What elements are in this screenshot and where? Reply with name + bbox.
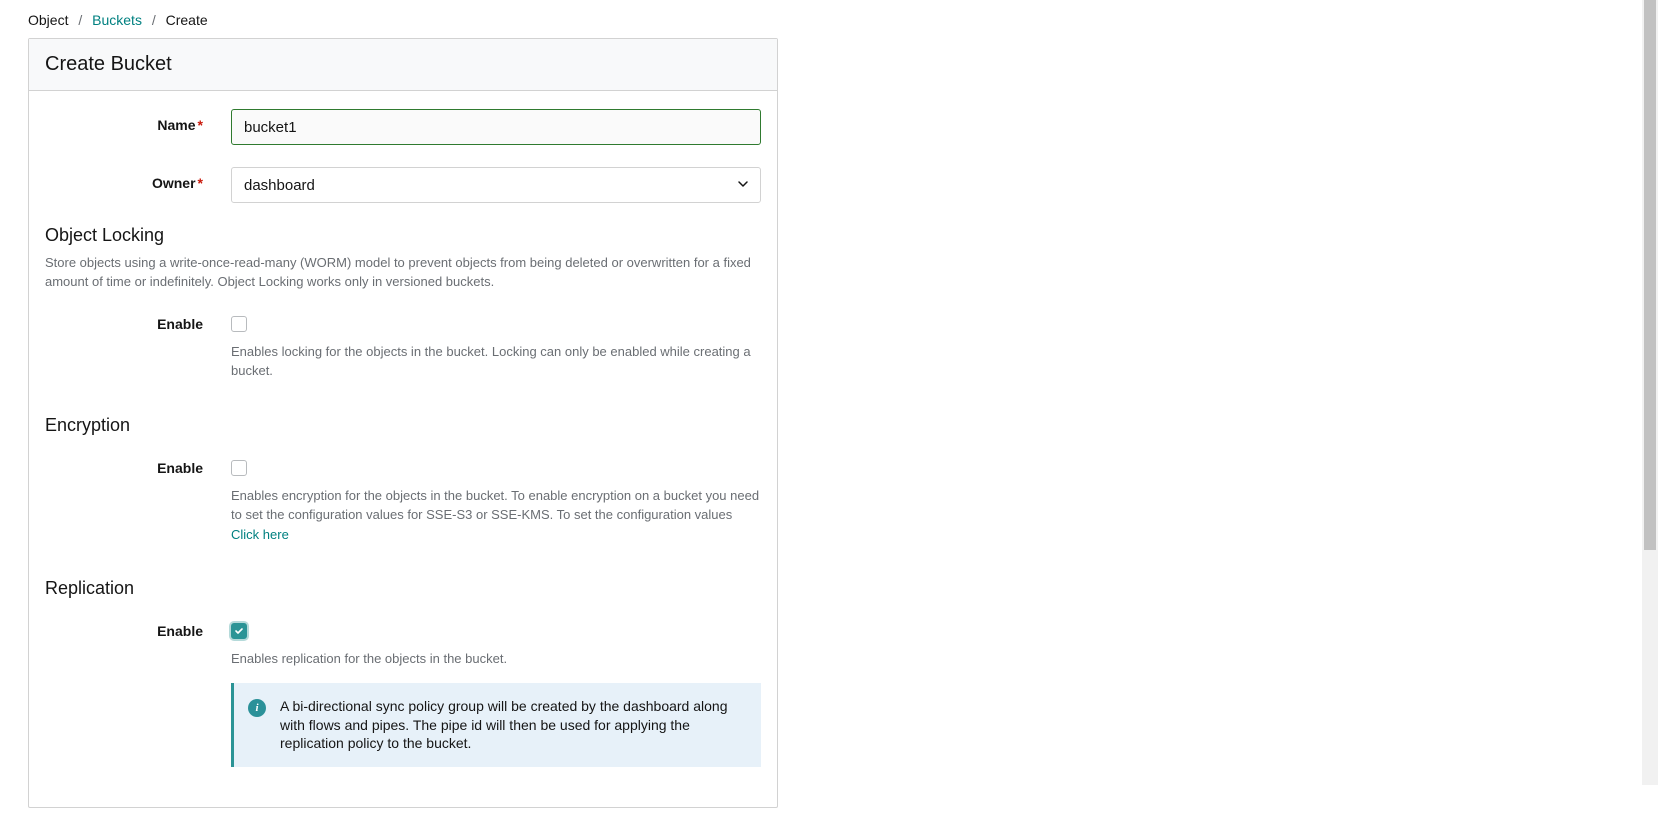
required-asterisk: *: [198, 175, 203, 191]
breadcrumb-object[interactable]: Object: [28, 12, 68, 28]
object-locking-help: Enables locking for the objects in the b…: [231, 342, 761, 381]
object-locking-heading: Object Locking: [45, 225, 761, 246]
encryption-heading: Encryption: [45, 415, 761, 436]
breadcrumb-sep: /: [152, 12, 156, 28]
scrollbar-track[interactable]: [1642, 0, 1658, 785]
owner-select[interactable]: dashboard: [231, 167, 761, 203]
encryption-enable-label: Enable: [45, 460, 231, 476]
replication-info-box: i A bi-directional sync policy group wil…: [231, 683, 761, 768]
breadcrumb-sep: /: [78, 12, 82, 28]
name-input[interactable]: [231, 109, 761, 145]
owner-select-value: dashboard: [244, 177, 315, 194]
create-bucket-panel: Create Bucket Name* Owner*: [28, 38, 778, 808]
required-asterisk: *: [198, 117, 203, 133]
info-icon: i: [248, 699, 266, 717]
replication-enable-checkbox[interactable]: [231, 623, 247, 639]
encryption-enable-checkbox[interactable]: [231, 460, 247, 476]
breadcrumb: Object / Buckets / Create: [28, 12, 1630, 28]
object-locking-desc: Store objects using a write-once-read-ma…: [45, 254, 761, 292]
replication-enable-label: Enable: [45, 623, 231, 639]
encryption-click-here-link[interactable]: Click here: [231, 527, 289, 542]
replication-info-text: A bi-directional sync policy group will …: [280, 697, 745, 754]
panel-title: Create Bucket: [29, 39, 777, 91]
object-locking-enable-checkbox[interactable]: [231, 316, 247, 332]
name-label: Name*: [45, 109, 231, 133]
breadcrumb-create: Create: [166, 12, 208, 28]
scrollbar-thumb[interactable]: [1644, 0, 1656, 550]
replication-help: Enables replication for the objects in t…: [231, 649, 761, 669]
name-label-text: Name: [157, 117, 195, 133]
object-locking-enable-label: Enable: [45, 316, 231, 332]
encryption-help-text: Enables encryption for the objects in th…: [231, 488, 759, 523]
breadcrumb-buckets[interactable]: Buckets: [92, 12, 142, 28]
owner-label: Owner*: [45, 167, 231, 191]
replication-heading: Replication: [45, 578, 761, 599]
owner-label-text: Owner: [152, 175, 196, 191]
encryption-help: Enables encryption for the objects in th…: [231, 486, 761, 545]
